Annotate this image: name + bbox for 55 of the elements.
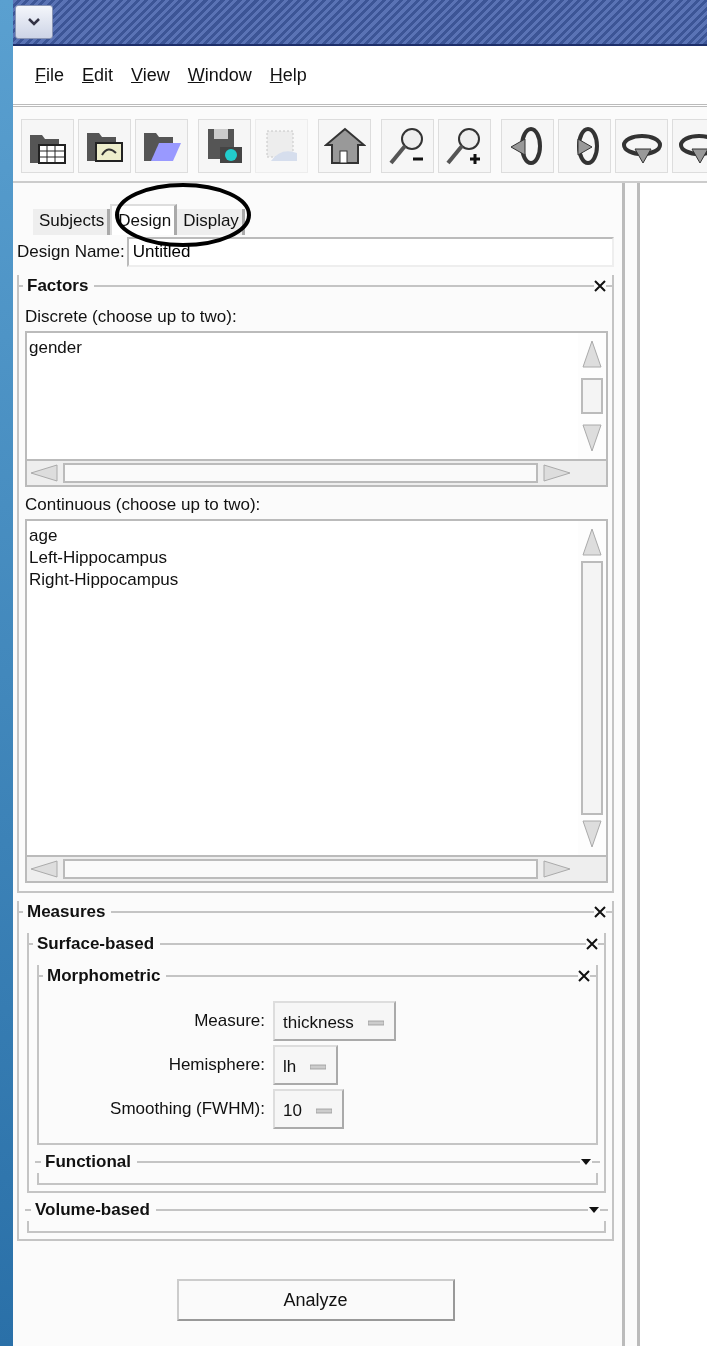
close-icon[interactable] — [594, 280, 606, 292]
field-label: Measure: — [193, 1011, 265, 1031]
analyze-button[interactable]: Analyze — [176, 1279, 455, 1321]
toolbar-button[interactable] — [135, 119, 188, 173]
group-title: Morphometric — [47, 966, 161, 986]
tab[interactable]: Subjects — [33, 209, 111, 235]
dropdown[interactable]: thickness — [273, 1001, 396, 1041]
group-title: Factors — [27, 276, 89, 296]
close-icon[interactable] — [578, 970, 590, 982]
horizontal-scrollbar[interactable] — [27, 855, 606, 881]
close-icon[interactable] — [586, 938, 598, 950]
list-label: Discrete (choose up to two): — [25, 307, 238, 327]
toolbar-button[interactable] — [438, 119, 491, 173]
list-item[interactable]: Right-Hippocampus — [29, 569, 576, 591]
scroll-thumb[interactable] — [63, 859, 538, 879]
toolbar-button[interactable] — [558, 119, 611, 173]
home-icon — [323, 125, 366, 167]
scroll-thumb[interactable] — [581, 378, 603, 414]
dropdown[interactable]: 10 — [273, 1089, 344, 1129]
scroll-thumb[interactable] — [63, 463, 538, 483]
horizontal-scrollbar[interactable] — [27, 459, 606, 485]
list-item[interactable]: age — [29, 525, 576, 547]
field-label: Hemisphere: — [167, 1055, 265, 1075]
scroll-thumb[interactable] — [581, 561, 603, 815]
toolbar-button[interactable] — [318, 119, 371, 173]
toolbar-button[interactable] — [381, 119, 434, 173]
input-field[interactable]: Untitled — [126, 237, 614, 267]
group-title: Measures — [27, 902, 106, 922]
dash-icon — [310, 1064, 327, 1070]
group-title: Volume-based — [35, 1200, 150, 1220]
menu-item[interactable]: Help — [269, 64, 307, 86]
field-label: Design Name: — [17, 242, 125, 262]
menu-item[interactable]: View — [131, 64, 170, 86]
toolbar-button[interactable] — [21, 119, 74, 173]
list-label: Continuous (choose up to two): — [25, 495, 262, 515]
toolbar-button[interactable] — [198, 119, 251, 173]
tab[interactable]: Design — [110, 204, 178, 235]
chevron-down-icon — [27, 17, 41, 27]
dropdown[interactable]: lh — [273, 1045, 339, 1085]
toolbar-button[interactable] — [78, 119, 131, 173]
field-label: Smoothing (FWHM): — [109, 1099, 265, 1119]
list-item[interactable]: Left-Hippocampus — [29, 547, 576, 569]
window-menu-button[interactable] — [15, 5, 53, 39]
dash-icon — [367, 1020, 384, 1026]
close-icon[interactable] — [594, 906, 606, 918]
list-item[interactable]: gender — [29, 337, 576, 359]
toolbar-button[interactable] — [615, 119, 668, 173]
menu-item[interactable]: Window — [187, 64, 252, 86]
group-title: Functional — [45, 1152, 131, 1172]
tab[interactable]: Display — [177, 209, 245, 235]
menu-item[interactable]: File — [35, 64, 64, 86]
dash-icon — [315, 1108, 332, 1114]
menu-item[interactable]: Edit — [82, 64, 114, 86]
toolbar-button[interactable] — [501, 119, 554, 173]
group-title: Surface-based — [37, 934, 155, 954]
